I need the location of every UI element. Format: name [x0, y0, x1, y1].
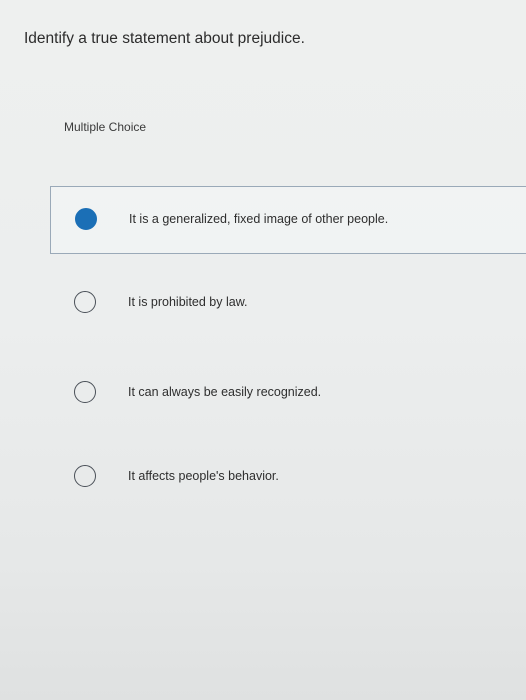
- answer-option-label: It can always be easily recognized.: [128, 385, 322, 399]
- radio-button-icon[interactable]: [74, 465, 96, 487]
- answer-option-4[interactable]: It affects people's behavior.: [50, 444, 526, 512]
- question-type-label: Multiple Choice: [64, 120, 147, 134]
- answer-option-3[interactable]: It can always be easily recognized.: [50, 360, 526, 428]
- answer-option-label: It is prohibited by law.: [128, 295, 248, 309]
- question-prompt: Identify a true statement about prejudic…: [24, 30, 305, 47]
- radio-button-icon[interactable]: [74, 381, 96, 403]
- radio-button-selected-icon[interactable]: [75, 208, 97, 230]
- radio-button-icon[interactable]: [74, 291, 96, 313]
- answer-option-1[interactable]: It is a generalized, fixed image of othe…: [50, 186, 526, 254]
- answer-option-label: It is a generalized, fixed image of othe…: [129, 212, 389, 226]
- quiz-screen: Identify a true statement about prejudic…: [0, 0, 526, 700]
- answer-option-label: It affects people's behavior.: [128, 469, 279, 483]
- answer-option-2[interactable]: It is prohibited by law.: [50, 270, 526, 338]
